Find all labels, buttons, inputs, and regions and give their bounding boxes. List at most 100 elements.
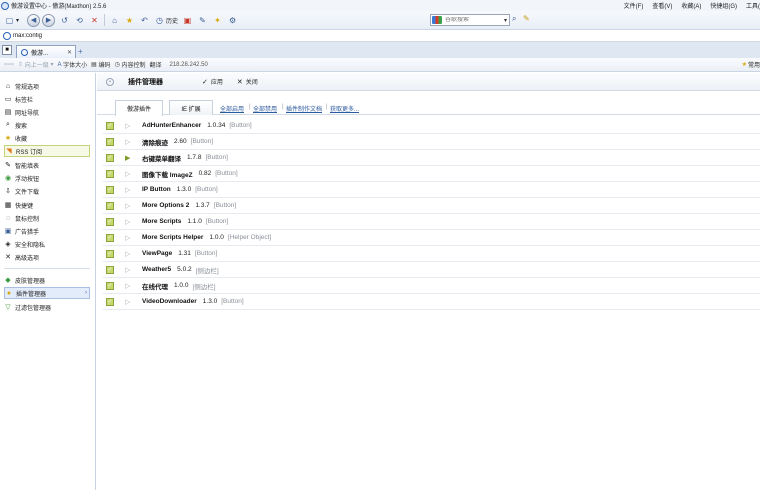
plugin-row[interactable]: ✓ ▷ AdHunterEnhancer 1.0.34 [Button] [103,118,760,134]
run-plugin-icon[interactable]: ▷ [125,298,133,306]
font-size-button[interactable]: A 字体大小 [57,60,87,70]
apply-button[interactable]: ✓ 应用 [202,77,223,87]
encoding-button[interactable]: ▤ 编码 [91,60,110,69]
undo-icon[interactable]: ↶ [139,15,150,26]
plugin-row[interactable]: ✓ ▷ 清除痕迹 2.60 [Button] [103,134,760,150]
search-box[interactable]: ▾ [430,14,510,26]
sidebar-item-search[interactable]: ⌕ 搜索 [4,119,90,131]
plugin-docs-link[interactable]: 插件制作文档 [286,104,322,113]
sidebar-item-plugins[interactable]: ● 插件管理器 › [4,287,90,299]
url-input[interactable] [13,33,213,39]
history-label[interactable]: 历史 [166,16,178,25]
tab-config[interactable]: 傲游... ✕ [16,45,76,58]
sidebar-item-general[interactable]: ⌂ 常规选项 [4,80,90,92]
tab-close-icon[interactable]: ✕ [67,49,72,56]
new-page-icon[interactable]: ▢ [4,15,15,26]
sidebar-item-rss[interactable]: ◥ RSS 订阅 [4,145,90,157]
run-plugin-icon[interactable]: ▷ [125,234,133,242]
refresh-icon[interactable]: ⟲ [74,15,85,26]
menu-favorites[interactable]: 收藏(A) [681,1,701,10]
enable-checkbox[interactable]: ✓ [106,249,114,258]
sidebar-item-mouse[interactable]: ◌ 鼠标控制 [4,212,90,224]
highlight-icon[interactable]: ✎ [523,14,530,23]
tab-list-icon[interactable]: ■ [2,45,12,55]
run-plugin-icon[interactable]: ▶ [125,154,133,162]
sidebar-item-favorites[interactable]: ★ 收藏 [4,132,90,144]
enable-checkbox[interactable]: ✓ [106,201,114,210]
run-plugin-icon[interactable]: ▷ [125,202,133,210]
run-plugin-icon[interactable]: ▷ [125,170,133,178]
forward-button[interactable]: ▶ [42,13,56,27]
search-input[interactable] [445,17,497,23]
plugin-row[interactable]: ✓ ▶ 右键菜单翻译 1.7.8 [Button] [103,150,760,166]
menu-file[interactable]: 文件(F) [624,1,644,10]
enable-checkbox[interactable]: ✓ [106,233,114,242]
enable-checkbox[interactable]: ✓ [106,265,114,274]
get-more-link[interactable]: 获取更多... [330,104,359,113]
plugin-row[interactable]: ✓ ▷ More Scripts Helper 1.0.0 [Helper Object… [103,230,760,246]
enable-checkbox[interactable]: ✓ [106,297,114,306]
search-go-icon[interactable]: ⌕ [512,14,516,24]
enable-checkbox[interactable]: ✓ [106,185,114,194]
plugin-row[interactable]: ✓ ▷ VideoDownloader 1.3.0 [Button] [103,294,760,310]
common-button[interactable]: ★ 常用 [742,60,760,69]
content-control-button[interactable]: ◷ 内容控制 [115,60,146,69]
up-level-button[interactable]: ⇧ 向上一级 ▾ [18,60,53,69]
nav-back-icon[interactable]: ⇦⇨ [4,61,14,68]
sidebar-item-tabbar[interactable]: ▭ 标签栏 [4,93,90,105]
sidebar-item-float-buttons[interactable]: ◉ 浮动按钮 [4,172,90,184]
run-plugin-icon[interactable]: ▷ [125,282,133,290]
menu-view[interactable]: 查看(V) [652,1,672,10]
sidebar-item-shortcuts[interactable]: ▦ 快捷键 [4,199,90,211]
disable-all-link[interactable]: 全部禁用 [253,104,277,113]
plugin-row[interactable]: ✓ ▷ Weather5 5.0.2 [侧边栏] [103,262,760,278]
tab-ie-extensions[interactable]: IE 扩展 [169,100,213,115]
plugin-row[interactable]: ✓ ▷ ViewPage 1.31 [Button] [103,246,760,262]
enable-checkbox[interactable]: ✓ [106,217,114,226]
run-plugin-icon[interactable]: ▷ [125,250,133,258]
run-plugin-icon[interactable]: ▷ [125,218,133,226]
new-tab-icon[interactable]: + [78,47,83,56]
sidebar-item-adhunter[interactable]: ▣ 广告猎手 [4,225,90,237]
plugin-row[interactable]: ✓ ▷ 图像下载 ImageZ 0.82 [Button] [103,166,760,182]
plugin-row[interactable]: ✓ ▷ IP Button 1.3.0 [Button] [103,182,760,198]
enable-checkbox[interactable]: ✓ [106,169,114,178]
plugin-row[interactable]: ✓ ▷ More Options 2 1.3.7 [Button] [103,198,760,214]
run-plugin-icon[interactable]: ▷ [125,122,133,130]
plugin-row[interactable]: ✓ ▷ More Scripts 1.1.0 [Button] [103,214,760,230]
history-icon[interactable]: ◷ [154,15,165,26]
enable-checkbox[interactable]: ✓ [106,137,114,146]
enable-checkbox[interactable]: ✓ [106,153,114,162]
run-plugin-icon[interactable]: ▷ [125,266,133,274]
sidebar-item-autofill[interactable]: ✎ 智能填表 [4,159,90,171]
new-page-dropdown-icon[interactable]: ▾ [16,17,19,24]
plugin-toolbar-icon[interactable]: ✦ [212,15,223,26]
tools-icon[interactable]: ✎ [197,15,208,26]
close-button[interactable]: ✕ 关闭 [237,77,258,87]
sidebar-item-skins[interactable]: ◆ 皮肤管理器 [4,274,90,286]
back-button[interactable]: ◀ [27,13,41,27]
sidebar-item-advanced[interactable]: ✕ 高级选项 [4,251,90,263]
tab-maxthon-plugins[interactable]: 傲游插件 [115,100,163,116]
close-page-icon[interactable]: ✕ [89,15,100,26]
enable-checkbox[interactable]: ✓ [106,121,114,130]
sidebar-item-downloads[interactable]: ⇩ 文件下载 [4,185,90,197]
favorites-icon[interactable]: ★ [124,15,135,26]
sidebar-item-navigation[interactable]: ▤ 网址导航 [4,106,90,118]
menu-tools[interactable]: 工具( [746,1,760,10]
collapse-icon[interactable]: • [106,77,114,86]
search-engine-dropdown-icon[interactable]: ▾ [504,17,507,24]
enable-checkbox[interactable]: ✓ [106,281,114,290]
sidebar-item-filters[interactable]: ▽ 过滤包管理器 [4,301,90,313]
gear-icon[interactable]: ⚙ [227,15,238,26]
enable-all-link[interactable]: 全部启用 [220,104,244,113]
screenshot-icon[interactable]: ▣ [182,15,193,26]
home-icon[interactable]: ⌂ [109,15,120,26]
run-plugin-icon[interactable]: ▷ [125,138,133,146]
plugin-row[interactable]: ✓ ▷ 在线代理 1.0.0 [侧边栏] [103,278,760,294]
stop-icon[interactable]: ↺ [59,15,70,26]
run-plugin-icon[interactable]: ▷ [125,186,133,194]
sidebar-item-security[interactable]: ◈ 安全和隐私 [4,238,90,250]
menu-groups[interactable]: 快捷组(G) [710,1,737,10]
translate-button[interactable]: 翻译 [149,60,161,69]
